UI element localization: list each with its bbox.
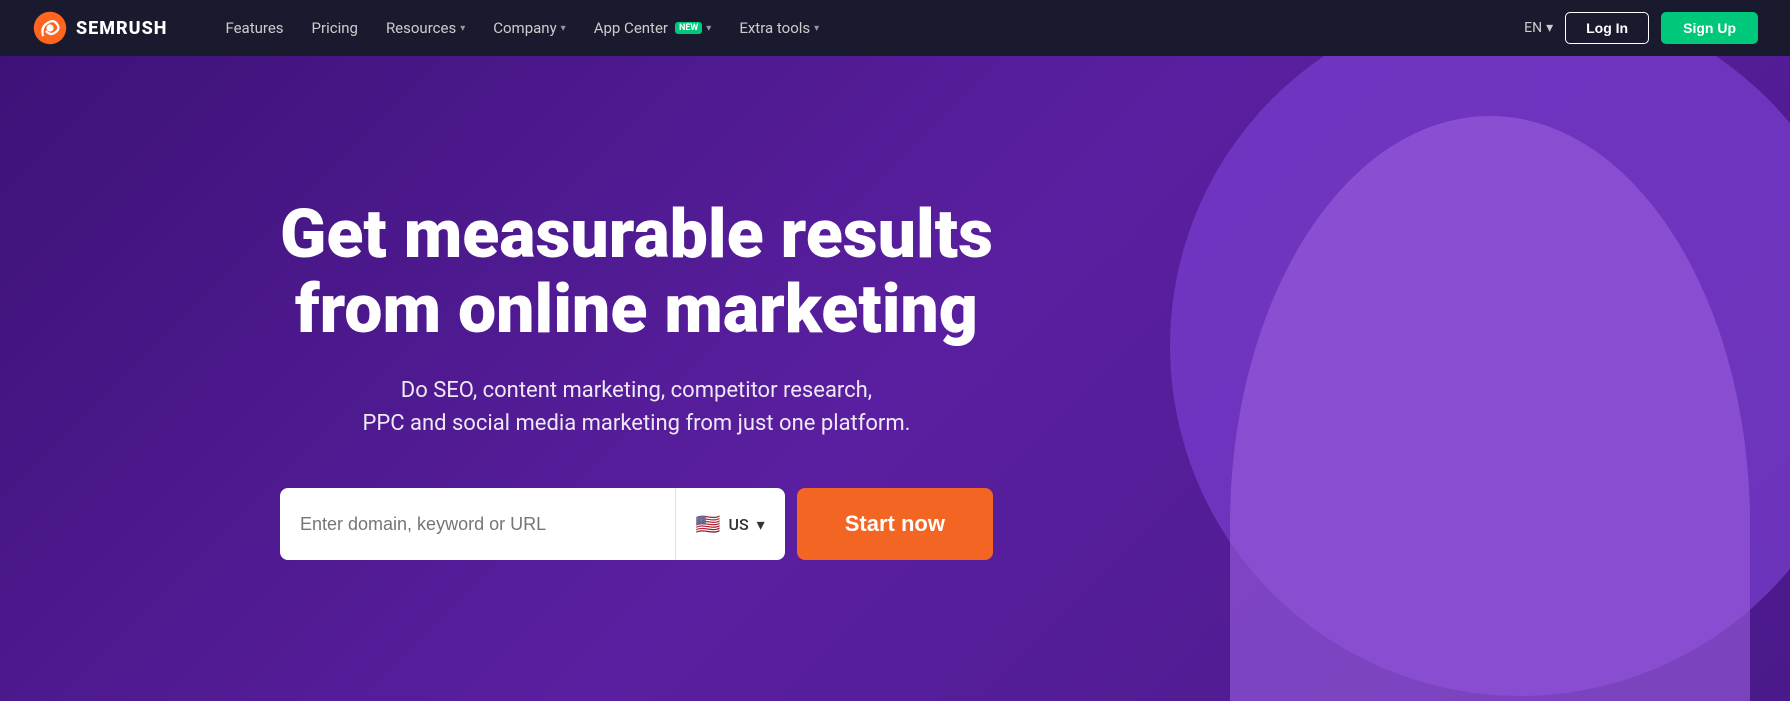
country-selector[interactable]: 🇺🇸 US ▾ bbox=[675, 488, 785, 560]
nav-item-extra-tools[interactable]: Extra tools ▾ bbox=[729, 13, 829, 43]
nav-item-features[interactable]: Features bbox=[215, 13, 293, 43]
nav-item-pricing[interactable]: Pricing bbox=[302, 13, 368, 43]
hero-search-area: 🇺🇸 US ▾ Start now bbox=[280, 488, 993, 560]
signup-button[interactable]: Sign Up bbox=[1661, 12, 1758, 44]
hero-subtitle: Do SEO, content marketing, competitor re… bbox=[280, 374, 993, 440]
resources-chevron-icon: ▾ bbox=[460, 23, 465, 34]
start-now-button[interactable]: Start now bbox=[797, 488, 993, 560]
hero-title: Get measurable results from online marke… bbox=[280, 197, 993, 347]
nav-item-resources[interactable]: Resources ▾ bbox=[376, 13, 475, 43]
app-center-chevron-icon: ▾ bbox=[706, 23, 711, 34]
company-chevron-icon: ▾ bbox=[561, 23, 566, 34]
search-input-wrapper bbox=[280, 488, 675, 560]
hero-section: Get measurable results from online marke… bbox=[0, 56, 1790, 701]
logo[interactable]: SEMRUSH bbox=[32, 10, 167, 46]
app-center-new-badge: NEW bbox=[675, 22, 702, 34]
logo-text: SEMRUSH bbox=[76, 18, 167, 39]
login-button[interactable]: Log In bbox=[1565, 12, 1649, 44]
semrush-logo-icon bbox=[32, 10, 68, 46]
extra-tools-chevron-icon: ▾ bbox=[814, 23, 819, 34]
hero-content: Get measurable results from online marke… bbox=[280, 197, 993, 561]
search-input[interactable] bbox=[300, 514, 655, 535]
language-selector[interactable]: EN ▾ bbox=[1524, 20, 1553, 36]
nav-item-app-center[interactable]: App Center NEW ▾ bbox=[584, 13, 722, 43]
lang-chevron-icon: ▾ bbox=[1546, 20, 1553, 36]
navbar: SEMRUSH Features Pricing Resources ▾ Com… bbox=[0, 0, 1790, 56]
nav-item-company[interactable]: Company ▾ bbox=[483, 13, 575, 43]
nav-right: EN ▾ Log In Sign Up bbox=[1524, 12, 1758, 44]
nav-links: Features Pricing Resources ▾ Company ▾ A… bbox=[215, 13, 1492, 43]
country-chevron-icon: ▾ bbox=[757, 515, 765, 534]
us-flag-icon: 🇺🇸 bbox=[696, 512, 721, 536]
